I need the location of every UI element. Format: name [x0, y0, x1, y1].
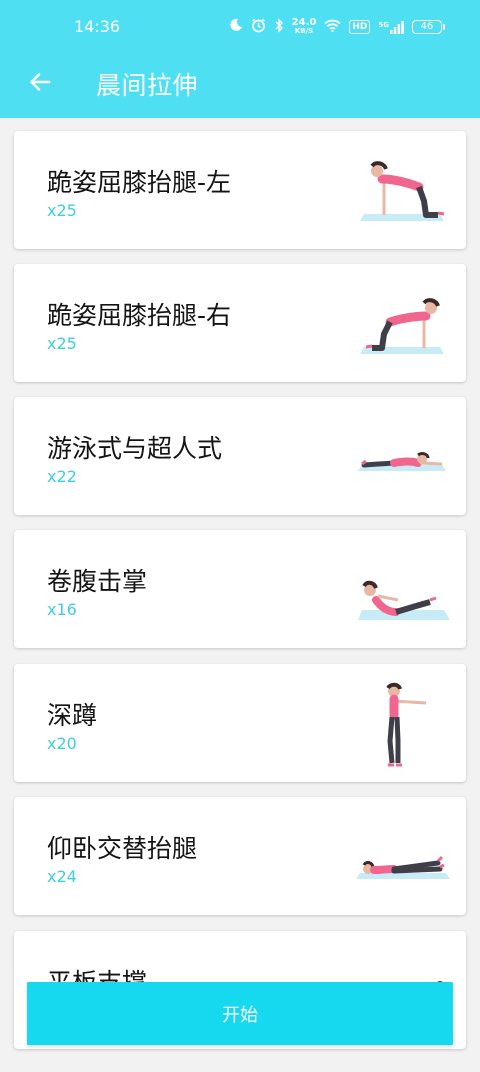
crunch-clap-illustration	[358, 580, 450, 620]
exercise-reps: x16	[47, 600, 77, 619]
exercise-reps: x24	[47, 867, 77, 886]
squat-illustration	[386, 682, 427, 767]
exercise-name: 游泳式与超人式	[47, 434, 223, 463]
kneeling-leg-lift-right-illustration	[360, 298, 444, 354]
network-speed: 24.0 KB/S	[292, 18, 317, 36]
exercise-card[interactable]: 仰卧交替抬腿 x24	[14, 797, 466, 915]
bluetooth-icon	[274, 17, 284, 37]
exercise-reps: x22	[47, 467, 77, 486]
exercise-list: 跪姿屈膝抬腿-左 x25 跪姿屈膝抬腿-右 x25 游泳式与超人式 x22 卷腹…	[0, 118, 480, 1072]
back-button[interactable]	[20, 64, 60, 104]
app-screen: 14:36 24.0 KB/S HD 5G 46 晨间拉伸 跪姿屈膝抬腿-左 x…	[0, 0, 480, 1072]
network-speed-value: 24.0	[291, 17, 317, 28]
arrow-left-icon	[28, 70, 52, 98]
start-button[interactable]: 开始	[27, 982, 453, 1045]
exercise-card[interactable]: 跪姿屈膝抬腿-右 x25	[14, 264, 466, 382]
signal-icon: 5G	[378, 20, 404, 34]
exercise-name: 卷腹击掌	[47, 567, 148, 596]
network-speed-unit: KB/S	[294, 27, 314, 35]
exercise-card[interactable]: 深蹲 x20	[14, 664, 466, 782]
battery-indicator: 46	[412, 20, 445, 34]
exercise-reps: x25	[47, 334, 77, 353]
exercise-card[interactable]: 跪姿屈膝抬腿-左 x25	[14, 131, 466, 249]
alternating-leg-raises-illustration	[356, 855, 450, 879]
exercise-reps: x20	[47, 734, 77, 753]
alarm-icon	[251, 18, 266, 37]
wifi-icon	[324, 19, 341, 36]
exercise-reps: x25	[47, 201, 77, 220]
status-icons: 24.0 KB/S HD 5G 46	[229, 16, 445, 38]
signal-label: 5G	[378, 20, 389, 29]
page-title: 晨间拉伸	[96, 71, 199, 100]
status-time: 14:36	[74, 17, 121, 36]
swimmer-superman-illustration	[358, 452, 446, 471]
moon-icon	[229, 18, 243, 36]
exercise-card[interactable]: 卷腹击掌 x16	[14, 530, 466, 648]
hd-badge: HD	[349, 20, 371, 34]
exercise-name: 跪姿屈膝抬腿-右	[47, 301, 232, 330]
app-bar: 晨间拉伸	[0, 52, 480, 118]
exercise-name: 仰卧交替抬腿	[47, 834, 198, 863]
exercise-card[interactable]: 游泳式与超人式 x22	[14, 397, 466, 515]
exercise-name: 跪姿屈膝抬腿-左	[47, 168, 232, 197]
exercise-name: 深蹲	[47, 701, 98, 730]
status-bar: 14:36 24.0 KB/S HD 5G 46	[0, 0, 480, 52]
kneeling-leg-lift-left-illustration	[360, 161, 445, 221]
